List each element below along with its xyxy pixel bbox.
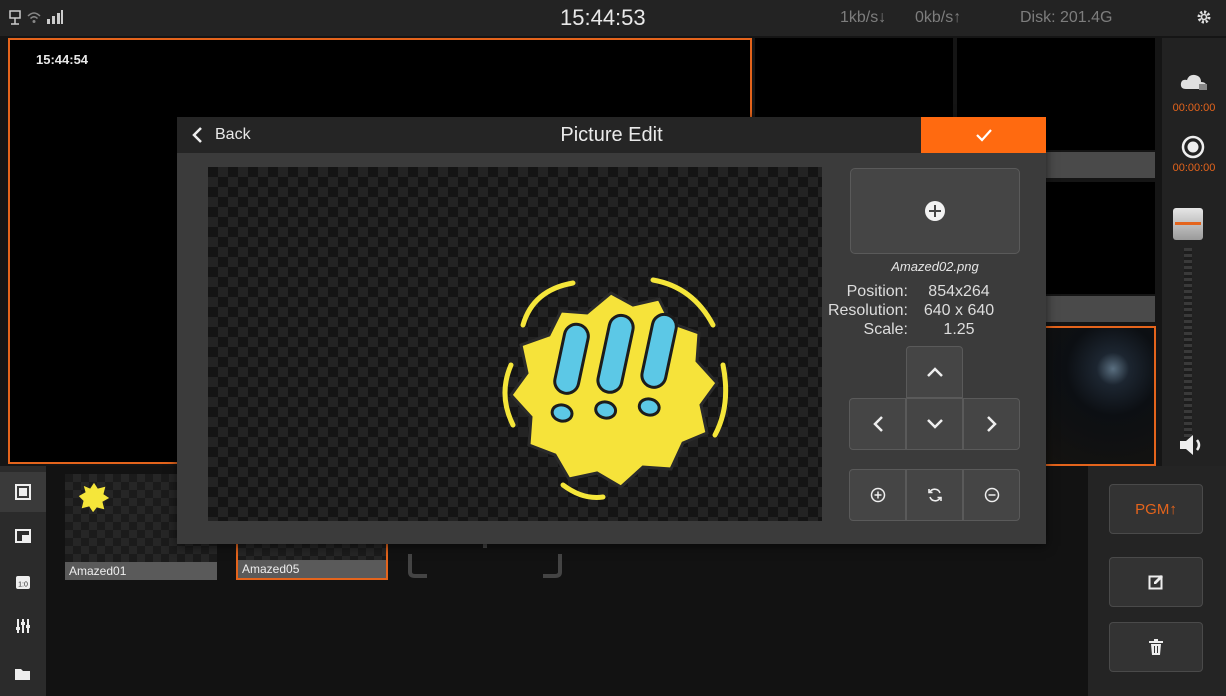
arrow-left-icon — [872, 416, 883, 432]
picture-edit-dialog: Back Picture Edit Amazed02.png Position:… — [177, 117, 1046, 544]
scale-row: Scale: 1.25 — [827, 321, 1047, 338]
folder-icon[interactable] — [0, 654, 46, 694]
edit-button[interactable] — [1109, 557, 1203, 607]
record-icon[interactable] — [1180, 134, 1206, 165]
svg-text:1:0: 1:0 — [18, 582, 28, 589]
confirm-button[interactable] — [921, 117, 1046, 153]
cloud-stream-icon[interactable] — [1179, 72, 1209, 97]
move-down-button[interactable] — [906, 398, 963, 450]
right-rail: 00:00:00 00:00:00 — [1162, 38, 1226, 466]
status-icons — [8, 8, 64, 31]
zoom-in-button[interactable] — [849, 469, 906, 521]
record-time: 00:00:00 — [1172, 162, 1216, 174]
delete-button[interactable] — [1109, 622, 1203, 672]
sticker-image[interactable] — [493, 275, 733, 505]
position-value: 854x264 — [928, 283, 990, 300]
resolution-value: 640 x 640 — [923, 302, 995, 319]
signal-icon — [46, 9, 64, 30]
picture-canvas[interactable] — [208, 167, 822, 521]
move-up-button[interactable] — [906, 346, 963, 398]
add-image-button[interactable] — [850, 168, 1020, 254]
dialog-title: Picture Edit — [560, 124, 663, 146]
resolution-label: Resolution: — [827, 302, 908, 319]
timer-icon[interactable]: 1:0 — [0, 562, 46, 602]
monitor-timestamp: 15:44:54 — [36, 52, 89, 67]
resolution-row: Resolution: 640 x 640 — [827, 302, 1047, 319]
file-name: Amazed02.png — [891, 259, 979, 274]
upload-rate: 0kb/s↑ — [915, 9, 962, 26]
library-item-label: Amazed01 — [65, 562, 217, 580]
right-action-panel: PGM↑ — [1088, 466, 1226, 696]
app-root: 15:44:53 1kb/s↓ 0kb/s↑ Disk: 201.4G 15:4… — [0, 0, 1226, 696]
volume-fader-track[interactable] — [1184, 248, 1192, 438]
picture-icon[interactable] — [0, 472, 46, 512]
download-rate: 1kb/s↓ — [840, 9, 887, 26]
status-bar: 15:44:53 1kb/s↓ 0kb/s↑ Disk: 201.4G — [0, 0, 1226, 36]
arrow-right-icon — [986, 416, 997, 432]
back-label: Back — [215, 126, 251, 143]
scale-label: Scale: — [863, 321, 908, 338]
edit-icon — [1148, 575, 1163, 590]
trash-icon — [1149, 639, 1163, 655]
arrow-down-icon — [926, 419, 943, 429]
thumbnail-sticker-icon — [77, 481, 111, 514]
add-circle-icon — [925, 201, 945, 221]
library-item-label: Amazed05 — [238, 560, 386, 578]
dialog-header: Back Picture Edit — [177, 117, 1046, 153]
volume-fader-knob[interactable] — [1173, 208, 1203, 240]
pgm-button[interactable]: PGM↑ — [1109, 484, 1203, 534]
network-icon — [8, 8, 22, 31]
move-right-button[interactable] — [963, 398, 1020, 450]
scale-value: 1.25 — [943, 321, 975, 338]
zoom-out-button[interactable] — [963, 469, 1020, 521]
empty-slot-brackets — [408, 542, 562, 578]
stream-time: 00:00:00 — [1172, 102, 1216, 114]
program-tile[interactable] — [1044, 326, 1156, 466]
volume-icon[interactable] — [1178, 434, 1208, 461]
wifi-icon — [26, 9, 42, 30]
zoom-in-icon — [870, 487, 885, 503]
disk-space: Disk: 201.4G — [1020, 9, 1113, 26]
arrow-up-icon — [926, 367, 943, 377]
zoom-out-icon — [984, 487, 999, 503]
reset-button[interactable] — [906, 469, 963, 521]
position-row: Position: 854x264 — [827, 283, 1047, 300]
left-toolbar: 1:0 — [0, 466, 46, 696]
move-left-button[interactable] — [849, 398, 906, 450]
reset-icon — [927, 488, 942, 502]
status-clock: 15:44:53 — [560, 5, 646, 30]
check-icon — [975, 129, 992, 142]
settings-gear-icon[interactable] — [1196, 9, 1212, 30]
overlay-icon[interactable] — [0, 516, 46, 556]
chevron-left-icon — [192, 127, 202, 143]
mixer-icon[interactable] — [0, 606, 46, 646]
back-button[interactable]: Back — [191, 117, 251, 153]
position-label: Position: — [846, 283, 908, 300]
